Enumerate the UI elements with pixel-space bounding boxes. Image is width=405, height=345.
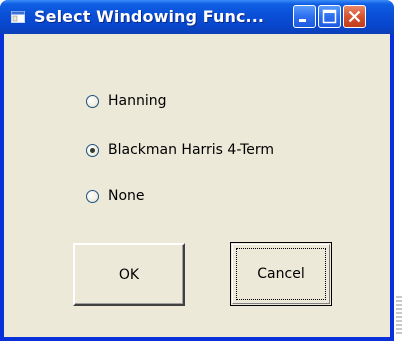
radio-label: None — [108, 188, 145, 204]
radio-label: Blackman Harris 4-Term — [108, 142, 275, 158]
radio-button[interactable] — [86, 189, 99, 203]
app-window-icon — [11, 11, 25, 23]
minimize-button[interactable] — [293, 5, 316, 28]
cancel-button[interactable]: Cancel — [230, 242, 332, 306]
cancel-button-label: Cancel — [257, 266, 305, 282]
radio-button[interactable] — [86, 94, 99, 108]
close-button[interactable] — [343, 5, 366, 28]
title-bar[interactable]: Select Windowing Func... — [0, 0, 394, 34]
radio-option-none[interactable]: None — [86, 186, 145, 206]
radio-option-blackman-harris[interactable]: Blackman Harris 4-Term — [86, 140, 274, 160]
radio-option-hanning[interactable]: Hanning — [86, 91, 167, 111]
close-icon — [348, 10, 361, 23]
dialog-window: Select Windowing Func... Hanning Blackma… — [0, 0, 394, 341]
edge-artifact — [396, 296, 402, 336]
maximize-button[interactable] — [318, 5, 341, 28]
minimize-icon — [299, 19, 306, 22]
dialog-client-area: Hanning Blackman Harris 4-Term None OK C… — [4, 34, 390, 337]
ok-button[interactable]: OK — [73, 243, 185, 306]
radio-label: Hanning — [108, 93, 167, 109]
radio-button[interactable] — [86, 143, 99, 157]
window-title: Select Windowing Func... — [34, 7, 265, 26]
ok-button-label: OK — [118, 266, 140, 283]
maximize-icon — [322, 9, 337, 24]
